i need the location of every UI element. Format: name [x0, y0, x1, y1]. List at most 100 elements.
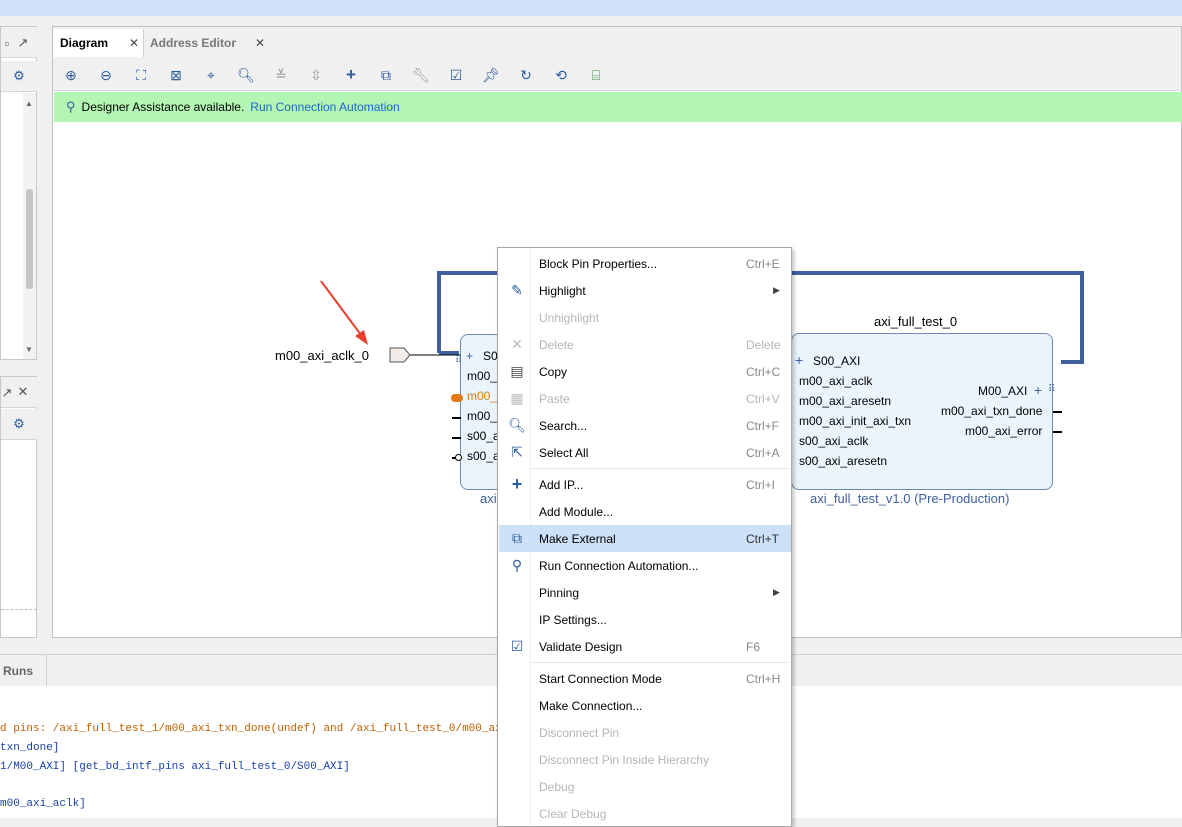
menu-item-unhighlight[interactable]: Unhighlight — [499, 304, 791, 331]
pin-label[interactable]: m00_axi_txn_done — [941, 404, 1042, 418]
menu-item-debug[interactable]: Debug — [499, 773, 791, 800]
scroll-thumb[interactable] — [26, 189, 33, 289]
pin-label[interactable]: S00_AXI — [813, 354, 860, 368]
pin-label[interactable]: m00_axi_aresetn — [799, 394, 891, 408]
pin-icon[interactable]: 📌︎ — [482, 66, 500, 84]
run-connection-automation-link[interactable]: Run Connection Automation — [250, 100, 399, 114]
validate-check-icon: ☑ — [510, 638, 524, 654]
gear-icon[interactable]: ⚙ — [11, 68, 27, 84]
console-line: txn_done] — [0, 742, 60, 754]
validate-check-icon[interactable]: ☑ — [447, 66, 465, 84]
refresh-icon[interactable]: ↻ — [517, 66, 535, 84]
scroll-down-icon[interactable]: ▼ — [25, 345, 33, 354]
zoom-out-icon[interactable]: ⊖ — [97, 66, 115, 84]
float-icon[interactable]: ↗ — [15, 35, 31, 51]
collapse-all-icon[interactable]: ≚ — [272, 66, 290, 84]
left-panel-top: ▫ ↗ ⚙ ▲ ▼ — [0, 26, 37, 360]
menu-item-make-external[interactable]: ⧉ Make External Ctrl+T — [499, 525, 791, 552]
close-icon[interactable]: ✕ — [129, 36, 139, 50]
ip-block-0-caption: axi — [480, 491, 497, 506]
tab-strip: Diagram ✕ Address Editor ✕ — [53, 27, 1181, 59]
pin-stub — [1053, 411, 1062, 413]
pin-label[interactable]: s00_axi_aresetn — [799, 454, 887, 468]
paste-icon: ▦ — [510, 390, 524, 406]
menu-item-copy[interactable]: ▤ Copy Ctrl+C — [499, 358, 791, 385]
menu-item-disconnect-pin-inside-hierarchy[interactable]: Disconnect Pin Inside Hierarchy — [499, 746, 791, 773]
selected-pin-marker[interactable] — [451, 394, 463, 402]
pin-label[interactable]: s00_axi_aclk — [799, 434, 868, 448]
ip-block-1[interactable]: + S00_AXI m00_axi_aclk m00_axi_aresetn m… — [791, 333, 1062, 490]
pin-label[interactable]: s00_a — [467, 429, 500, 443]
menu-item-add-ip[interactable]: + Add IP... Ctrl+I — [499, 471, 791, 498]
add-ip-icon[interactable]: + — [342, 65, 360, 84]
wrench-icon[interactable]: 🔧︎ — [412, 66, 430, 84]
close-icon[interactable]: ✕ — [255, 36, 265, 50]
menu-item-disconnect-pin[interactable]: Disconnect Pin — [499, 719, 791, 746]
menu-item-search[interactable]: 🔍︎ Search... Ctrl+F — [499, 412, 791, 439]
menu-item-run-connection-automation[interactable]: ⚲ Run Connection Automation... — [499, 552, 791, 579]
pin-label[interactable]: m00_ — [467, 409, 497, 423]
external-port-label[interactable]: m00_axi_aclk_0 — [275, 348, 369, 363]
pin-stub — [452, 417, 461, 419]
make-external-icon[interactable]: ⧉ — [377, 66, 395, 84]
menu-item-validate-design[interactable]: ☑ Validate Design F6 — [499, 633, 791, 660]
menu-item-delete[interactable]: ✕ Delete Delete — [499, 331, 791, 358]
restore-icon[interactable]: ▫ — [0, 35, 15, 51]
menu-item-make-connection[interactable]: Make Connection... — [499, 692, 791, 719]
left-panel-bottom-toolbar2: ⚙ — [1, 409, 37, 440]
regenerate-layout-icon[interactable]: ⟲ — [552, 66, 570, 84]
search-icon[interactable]: 🔍︎ — [237, 66, 255, 84]
tab-runs-label: Runs — [3, 663, 33, 678]
menu-item-label: Disconnect Pin Inside Hierarchy — [539, 752, 710, 767]
pin-label[interactable]: m00_axi_init_axi_txn — [799, 414, 911, 428]
menu-item-label: Pinning — [539, 585, 580, 600]
pin-label[interactable]: s00_a — [467, 449, 500, 463]
menu-item-label: Clear Debug — [539, 806, 607, 821]
menu-item-shortcut: Ctrl+A — [746, 445, 780, 460]
menu-item-label: Copy — [539, 364, 568, 379]
expand-plus-icon[interactable]: + — [1034, 382, 1042, 398]
tab-address-editor[interactable]: Address Editor ✕ — [143, 29, 269, 57]
menu-item-label: Start Connection Mode — [539, 671, 662, 686]
pin-label[interactable]: m00_ — [467, 369, 497, 383]
left-panel-top-toolbar2: ⚙ — [1, 61, 37, 92]
zoom-area-icon[interactable]: ⊠ — [167, 66, 185, 84]
pin-label[interactable]: S0 — [483, 349, 498, 363]
pin-label[interactable]: M00_AXI — [978, 384, 1027, 398]
menu-item-highlight[interactable]: ✎ Highlight ▶ — [499, 277, 791, 304]
make-external-icon: ⧉ — [512, 530, 522, 546]
tab-diagram[interactable]: Diagram ✕ — [53, 29, 144, 57]
menu-item-clear-debug[interactable]: Clear Debug — [499, 800, 791, 827]
reset-pin-bubble — [455, 454, 462, 461]
menu-item-ip-settings[interactable]: IP Settings... — [499, 606, 791, 633]
menu-item-label: Make Connection... — [539, 698, 643, 713]
float-icon[interactable]: ↗ — [0, 385, 15, 401]
menu-item-add-module[interactable]: Add Module... — [499, 498, 791, 525]
expand-plus-icon[interactable]: + — [795, 352, 803, 368]
menu-item-label: Highlight — [539, 283, 586, 298]
gear-icon[interactable]: ⚙ — [11, 416, 27, 432]
diagram-toolbar: ⊕ ⊖ ⛶ ⊠ ⌖ 🔍︎ ≚ ⇳ + ⧉ 🔧︎ ☑ 📌︎ ↻ ⟲ ⌸ — [53, 58, 1181, 91]
menu-item-label: Validate Design — [539, 639, 623, 654]
external-port-shape[interactable] — [389, 347, 411, 363]
expand-all-icon[interactable]: ⇳ — [307, 66, 325, 84]
pin-label[interactable]: m00_axi_aclk — [799, 374, 872, 388]
ip-block-1-title: axi_full_test_0 — [874, 314, 958, 329]
zoom-in-icon[interactable]: ⊕ — [62, 66, 80, 84]
menu-item-paste[interactable]: ▦ Paste Ctrl+V — [499, 385, 791, 412]
menu-item-block-pin-properties[interactable]: Block Pin Properties... Ctrl+E — [499, 250, 791, 277]
pin-label[interactable]: m00_axi_error — [965, 424, 1042, 438]
menu-item-label: Select All — [539, 445, 589, 460]
center-icon[interactable]: ⌖ — [202, 66, 220, 84]
tab-runs[interactable]: Runs — [0, 655, 47, 686]
menu-item-start-connection-mode[interactable]: Start Connection Mode Ctrl+H — [499, 665, 791, 692]
scroll-up-icon[interactable]: ▲ — [25, 99, 33, 108]
menu-item-select-all[interactable]: ⇱ Select All Ctrl+A — [499, 439, 791, 466]
scrollbar[interactable]: ▲ ▼ — [23, 93, 36, 359]
zoom-fit-icon[interactable]: ⛶ — [132, 66, 150, 84]
menu-item-pinning[interactable]: Pinning ▶ — [499, 579, 791, 606]
pin-label-selected[interactable]: m00_ — [467, 389, 497, 403]
hierarchy-icon[interactable]: ⌸ — [587, 66, 605, 84]
close-icon[interactable]: ✕ — [15, 384, 31, 400]
expand-plus-icon[interactable]: + — [466, 349, 473, 363]
